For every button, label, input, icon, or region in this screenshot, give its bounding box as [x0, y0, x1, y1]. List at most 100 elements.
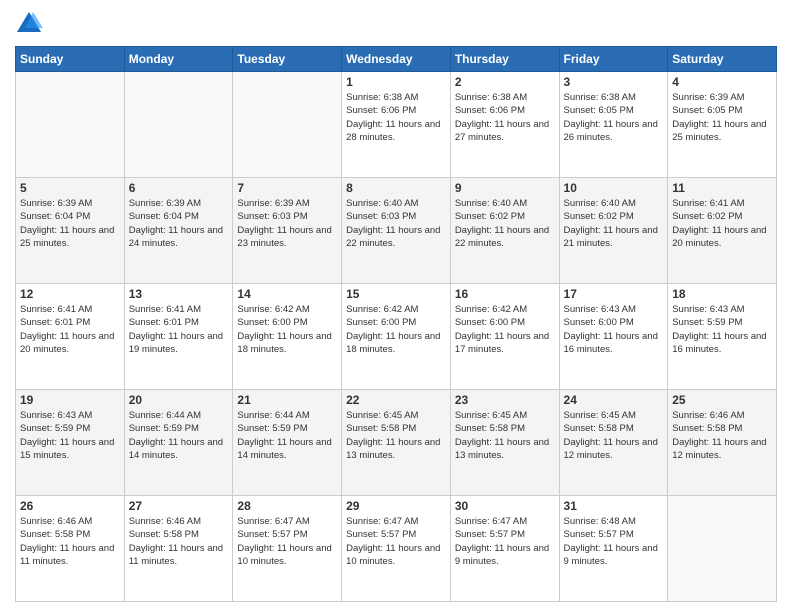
weekday-header-row: SundayMondayTuesdayWednesdayThursdayFrid…: [16, 47, 777, 72]
day-number: 29: [346, 499, 446, 513]
day-cell: 9Sunrise: 6:40 AM Sunset: 6:02 PM Daylig…: [450, 178, 559, 284]
day-number: 16: [455, 287, 555, 301]
day-info: Sunrise: 6:43 AM Sunset: 6:00 PM Dayligh…: [564, 303, 664, 356]
day-number: 15: [346, 287, 446, 301]
day-cell: 6 Sunrise: 6:39 AM Sunset: 6:04 PM Daylig…: [124, 178, 233, 284]
day-info: Sunrise: 6:39 AM Sunset: 6:05 PM Dayligh…: [672, 91, 772, 144]
day-cell: 12 Sunrise: 6:41 AM Sunset: 6:01 PM Dayli…: [16, 284, 125, 390]
page: SundayMondayTuesdayWednesdayThursdayFrid…: [0, 0, 792, 612]
day-cell: [124, 72, 233, 178]
day-cell: 25 Sunrise: 6:46 AM Sunset: 5:58 PM Dayli…: [668, 390, 777, 496]
day-info: Sunrise: 6:42 AM Sunset: 6:00 PM Dayligh…: [455, 303, 555, 356]
weekday-header-friday: Friday: [559, 47, 668, 72]
day-number: 11: [672, 181, 772, 195]
day-info: Sunrise: 6:40 AM Sunset: 6:02 PM Dayligh…: [455, 197, 555, 250]
day-cell: 30 Sunrise: 6:47 AM Sunset: 5:57 PM Dayli…: [450, 496, 559, 602]
day-cell: 8 Sunrise: 6:40 AM Sunset: 6:03 PM Daylig…: [342, 178, 451, 284]
logo: [15, 10, 47, 38]
day-info: Sunrise: 6:48 AM Sunset: 5:57 PM Dayligh…: [564, 515, 664, 568]
day-cell: 27 Sunrise: 6:46 AM Sunset: 5:58 PM Dayli…: [124, 496, 233, 602]
day-info: Sunrise: 6:40 AM Sunset: 6:02 PM Dayligh…: [564, 197, 664, 250]
day-info: Sunrise: 6:42 AM Sunset: 6:00 PM Dayligh…: [346, 303, 446, 356]
day-info: Sunrise: 6:44 AM Sunset: 5:59 PM Dayligh…: [237, 409, 337, 462]
day-cell: 7Sunrise: 6:39 AM Sunset: 6:03 PM Daylig…: [233, 178, 342, 284]
day-cell: [668, 496, 777, 602]
day-cell: 5 Sunrise: 6:39 AM Sunset: 6:04 PM Daylig…: [16, 178, 125, 284]
day-cell: 1 Sunrise: 6:38 AM Sunset: 6:06 PM Daylig…: [342, 72, 451, 178]
day-cell: 23 Sunrise: 6:45 AM Sunset: 5:58 PM Dayli…: [450, 390, 559, 496]
day-number: 18: [672, 287, 772, 301]
week-row-5: 26 Sunrise: 6:46 AM Sunset: 5:58 PM Dayli…: [16, 496, 777, 602]
day-number: 5: [20, 181, 120, 195]
day-number: 22: [346, 393, 446, 407]
weekday-header-tuesday: Tuesday: [233, 47, 342, 72]
day-cell: 15 Sunrise: 6:42 AM Sunset: 6:00 PM Dayli…: [342, 284, 451, 390]
day-cell: 10 Sunrise: 6:40 AM Sunset: 6:02 PM Dayli…: [559, 178, 668, 284]
day-info: Sunrise: 6:46 AM Sunset: 5:58 PM Dayligh…: [129, 515, 229, 568]
day-info: Sunrise: 6:47 AM Sunset: 5:57 PM Dayligh…: [346, 515, 446, 568]
day-number: 17: [564, 287, 664, 301]
day-cell: 31 Sunrise: 6:48 AM Sunset: 5:57 PM Dayli…: [559, 496, 668, 602]
day-cell: 4 Sunrise: 6:39 AM Sunset: 6:05 PM Daylig…: [668, 72, 777, 178]
logo-icon: [15, 10, 43, 38]
day-info: Sunrise: 6:41 AM Sunset: 6:01 PM Dayligh…: [20, 303, 120, 356]
day-info: Sunrise: 6:47 AM Sunset: 5:57 PM Dayligh…: [455, 515, 555, 568]
day-number: 12: [20, 287, 120, 301]
day-cell: 28 Sunrise: 6:47 AM Sunset: 5:57 PM Dayli…: [233, 496, 342, 602]
day-info: Sunrise: 6:45 AM Sunset: 5:58 PM Dayligh…: [346, 409, 446, 462]
day-cell: 26 Sunrise: 6:46 AM Sunset: 5:58 PM Dayli…: [16, 496, 125, 602]
day-info: Sunrise: 6:41 AM Sunset: 6:02 PM Dayligh…: [672, 197, 772, 250]
day-number: 7: [237, 181, 337, 195]
day-info: Sunrise: 6:40 AM Sunset: 6:03 PM Dayligh…: [346, 197, 446, 250]
day-number: 10: [564, 181, 664, 195]
day-number: 4: [672, 75, 772, 89]
day-number: 21: [237, 393, 337, 407]
day-cell: 20 Sunrise: 6:44 AM Sunset: 5:59 PM Dayli…: [124, 390, 233, 496]
day-cell: 21 Sunrise: 6:44 AM Sunset: 5:59 PM Dayli…: [233, 390, 342, 496]
day-cell: [16, 72, 125, 178]
day-number: 26: [20, 499, 120, 513]
day-number: 20: [129, 393, 229, 407]
day-cell: 3Sunrise: 6:38 AM Sunset: 6:05 PM Daylig…: [559, 72, 668, 178]
day-info: Sunrise: 6:39 AM Sunset: 6:04 PM Dayligh…: [20, 197, 120, 250]
day-info: Sunrise: 6:47 AM Sunset: 5:57 PM Dayligh…: [237, 515, 337, 568]
day-number: 27: [129, 499, 229, 513]
day-number: 25: [672, 393, 772, 407]
day-number: 1: [346, 75, 446, 89]
day-info: Sunrise: 6:38 AM Sunset: 6:06 PM Dayligh…: [455, 91, 555, 144]
day-info: Sunrise: 6:45 AM Sunset: 5:58 PM Dayligh…: [564, 409, 664, 462]
week-row-1: 1 Sunrise: 6:38 AM Sunset: 6:06 PM Daylig…: [16, 72, 777, 178]
day-number: 8: [346, 181, 446, 195]
day-info: Sunrise: 6:43 AM Sunset: 5:59 PM Dayligh…: [672, 303, 772, 356]
day-cell: 22 Sunrise: 6:45 AM Sunset: 5:58 PM Dayli…: [342, 390, 451, 496]
calendar: SundayMondayTuesdayWednesdayThursdayFrid…: [15, 46, 777, 602]
day-info: Sunrise: 6:46 AM Sunset: 5:58 PM Dayligh…: [672, 409, 772, 462]
day-number: 24: [564, 393, 664, 407]
day-number: 6: [129, 181, 229, 195]
day-number: 30: [455, 499, 555, 513]
day-cell: 17 Sunrise: 6:43 AM Sunset: 6:00 PM Dayli…: [559, 284, 668, 390]
day-info: Sunrise: 6:38 AM Sunset: 6:05 PM Dayligh…: [564, 91, 664, 144]
day-number: 23: [455, 393, 555, 407]
week-row-4: 19 Sunrise: 6:43 AM Sunset: 5:59 PM Dayli…: [16, 390, 777, 496]
day-number: 28: [237, 499, 337, 513]
day-info: Sunrise: 6:46 AM Sunset: 5:58 PM Dayligh…: [20, 515, 120, 568]
day-cell: 13Sunrise: 6:41 AM Sunset: 6:01 PM Dayli…: [124, 284, 233, 390]
weekday-header-wednesday: Wednesday: [342, 47, 451, 72]
day-info: Sunrise: 6:38 AM Sunset: 6:06 PM Dayligh…: [346, 91, 446, 144]
day-info: Sunrise: 6:42 AM Sunset: 6:00 PM Dayligh…: [237, 303, 337, 356]
day-cell: [233, 72, 342, 178]
weekday-header-saturday: Saturday: [668, 47, 777, 72]
day-number: 2: [455, 75, 555, 89]
day-cell: 11 Sunrise: 6:41 AM Sunset: 6:02 PM Dayli…: [668, 178, 777, 284]
header: [15, 10, 777, 38]
day-number: 19: [20, 393, 120, 407]
week-row-3: 12 Sunrise: 6:41 AM Sunset: 6:01 PM Dayli…: [16, 284, 777, 390]
day-info: Sunrise: 6:43 AM Sunset: 5:59 PM Dayligh…: [20, 409, 120, 462]
weekday-header-sunday: Sunday: [16, 47, 125, 72]
weekday-header-monday: Monday: [124, 47, 233, 72]
day-info: Sunrise: 6:44 AM Sunset: 5:59 PM Dayligh…: [129, 409, 229, 462]
day-number: 31: [564, 499, 664, 513]
day-info: Sunrise: 6:45 AM Sunset: 5:58 PM Dayligh…: [455, 409, 555, 462]
day-info: Sunrise: 6:39 AM Sunset: 6:04 PM Dayligh…: [129, 197, 229, 250]
